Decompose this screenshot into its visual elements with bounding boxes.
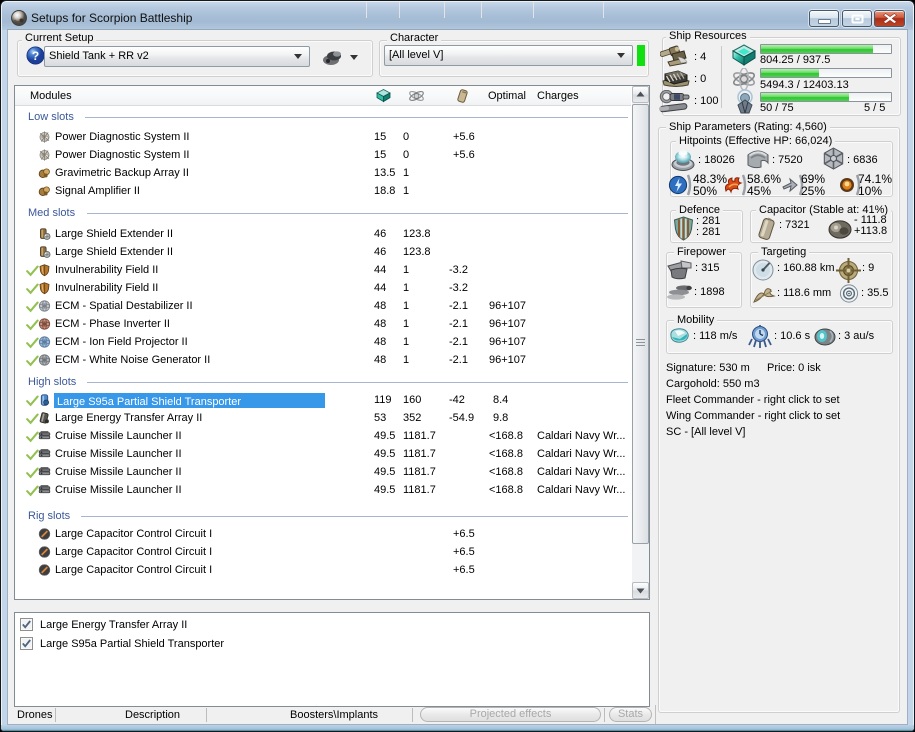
svg-text:?: ? [32,49,39,63]
